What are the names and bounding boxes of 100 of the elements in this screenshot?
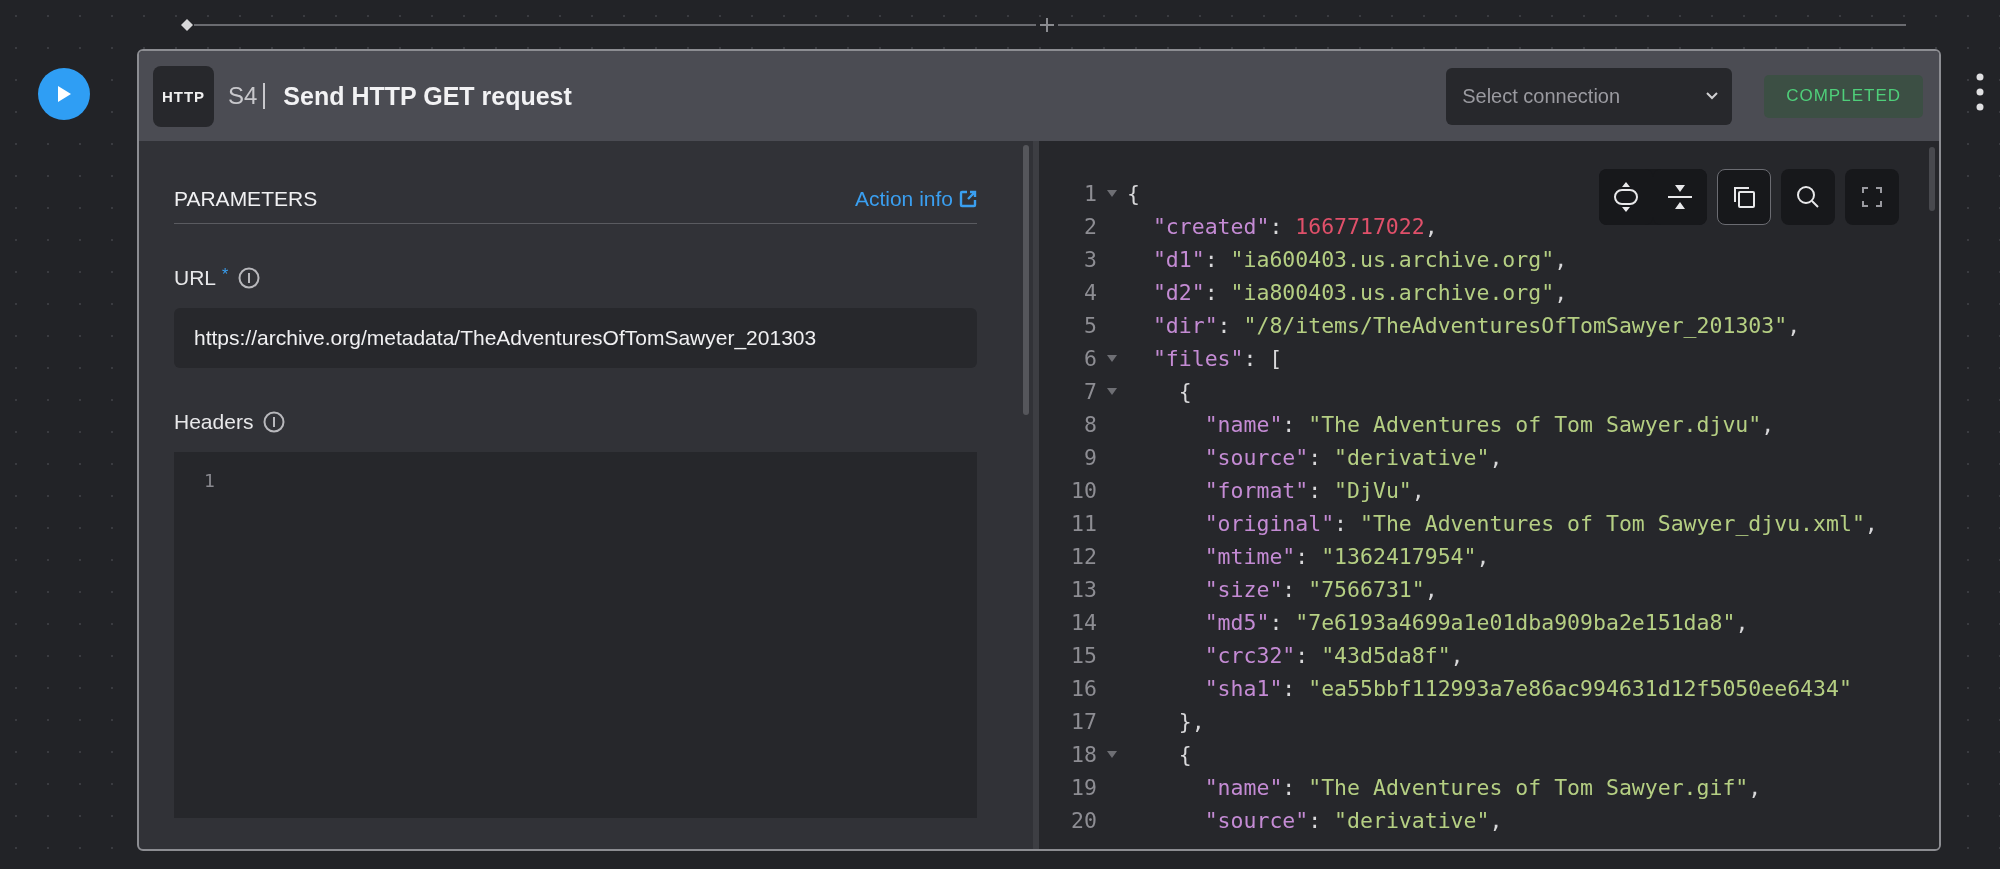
code-token: "name" [1204,775,1283,800]
code-token: "The Adventures of Tom Sawyer.djvu" [1308,412,1762,437]
fold-toggle-icon[interactable] [1107,751,1117,758]
code-token: : [1204,247,1219,272]
code-token: { [1127,181,1140,206]
line-number: 1 [204,470,215,491]
code-token: "/8/items/TheAdventuresOfTomSawyer_201303" [1243,313,1788,338]
code-token: , [1476,544,1490,569]
fold-toggle-icon[interactable] [1107,388,1117,395]
line-number: 12 [1070,544,1097,569]
code-toolbar-button[interactable] [1717,169,1771,225]
line-number: 20 [1070,808,1097,833]
code-token: "DjVu" [1334,478,1412,503]
code-token: , [1761,412,1775,437]
scrollbar[interactable] [1929,147,1935,211]
line-number: 16 [1070,676,1097,701]
line-number: 6 [1083,346,1097,371]
code-token: "created" [1152,214,1270,239]
collapse-vertical-icon [1667,182,1693,212]
code-token: : [1217,313,1232,338]
line-number: 3 [1083,247,1097,272]
code-token: , [1489,808,1503,833]
chevron-down-icon [1706,92,1719,100]
code-token: "1362417954" [1321,544,1477,569]
connection-select[interactable]: Select connection [1446,67,1733,125]
copy-icon [1732,185,1756,209]
line-number: 11 [1070,511,1097,536]
expand-vertical-icon [1613,181,1639,213]
http-icon: HTTP [153,65,214,127]
headers-editor[interactable]: 1 [174,452,977,818]
section-heading: PARAMETERS [174,187,318,211]
info-icon[interactable] [263,411,286,433]
step-title: Send HTTP GET request [283,81,572,111]
step-number: S4 [228,82,258,110]
code-token: , [1489,445,1503,470]
code-token: : [1282,577,1297,602]
field-label: Headers [174,410,254,434]
code-token: "43d5da8f" [1321,643,1451,668]
code-token: "original" [1204,511,1335,536]
code-toolbar-button[interactable] [1845,169,1899,225]
line-number: 8 [1083,412,1097,437]
line-number: 4 [1083,280,1097,305]
line-number: 13 [1070,577,1097,602]
line-number: 14 [1070,610,1097,635]
code-token: : [1282,775,1297,800]
code-token: "files" [1152,346,1244,371]
code-token: : [1308,478,1323,503]
fold-toggle-icon[interactable] [1107,355,1117,362]
code-token: "source" [1204,445,1309,470]
line-number: 7 [1083,379,1097,404]
play-icon [56,85,72,103]
code-token: : [1282,676,1297,701]
fold-toggle-icon[interactable] [1107,190,1117,197]
code-token: "source" [1204,808,1309,833]
code-token: , [1554,280,1568,305]
code-token: "d1" [1152,247,1205,272]
code-token: : [1204,280,1219,305]
code-token: "7566731" [1308,577,1425,602]
code-token: , [1554,247,1568,272]
info-icon[interactable] [238,267,261,289]
line-number: 5 [1083,313,1097,338]
external-link-icon [959,190,977,208]
code-token: }, [1178,709,1205,734]
code-token: , [1424,577,1438,602]
code-token: { [1178,379,1192,404]
code-toolbar-button[interactable] [1781,169,1835,225]
line-number: 1 [1083,181,1097,206]
code-token: , [1735,610,1749,635]
line-number: 15 [1070,643,1097,668]
code-token: , [1787,313,1801,338]
code-token: : [1269,214,1284,239]
action-info-link[interactable]: Action info [854,187,977,211]
line-number: 18 [1070,742,1097,767]
code-token: "format" [1204,478,1309,503]
code-token: : [ [1243,346,1283,371]
code-token: "The Adventures of Tom Sawyer.gif" [1308,775,1749,800]
code-token: "derivative" [1334,445,1490,470]
scrollbar[interactable] [1023,145,1029,415]
field-label: URL [174,266,216,290]
code-token: "ia800403.us.archive.org" [1230,280,1555,305]
line-number: 10 [1070,478,1097,503]
code-token: "size" [1204,577,1283,602]
code-token: , [1411,478,1425,503]
code-token: , [1424,214,1438,239]
code-token: "mtime" [1204,544,1296,569]
code-token: : [1269,610,1284,635]
code-token: : [1308,445,1323,470]
code-token: : [1295,643,1310,668]
code-token: : [1308,808,1323,833]
code-token: "The Adventures of Tom Sawyer_djvu.xml" [1360,511,1865,536]
status-badge: COMPLETED [1764,74,1923,118]
url-field[interactable]: https://archive.org/metadata/TheAdventuresOfTomSawyer_201303 [174,308,977,368]
code-token: "name" [1204,412,1283,437]
search-icon [1796,185,1820,209]
run-button[interactable] [38,68,90,120]
required-mark: * [222,266,229,284]
code-token: { [1178,742,1192,767]
code-token: : [1334,511,1349,536]
line-number: 2 [1083,214,1097,239]
line-number: 19 [1070,775,1097,800]
